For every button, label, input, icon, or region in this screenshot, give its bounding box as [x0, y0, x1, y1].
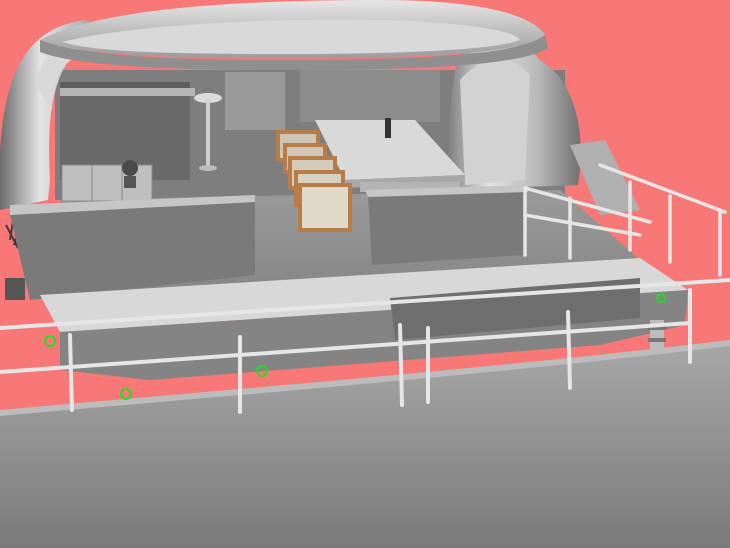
yacht-flybridge-render[interactable]	[0, 0, 730, 548]
3d-viewport[interactable]	[0, 0, 730, 548]
aft-sofa-right	[365, 185, 528, 265]
